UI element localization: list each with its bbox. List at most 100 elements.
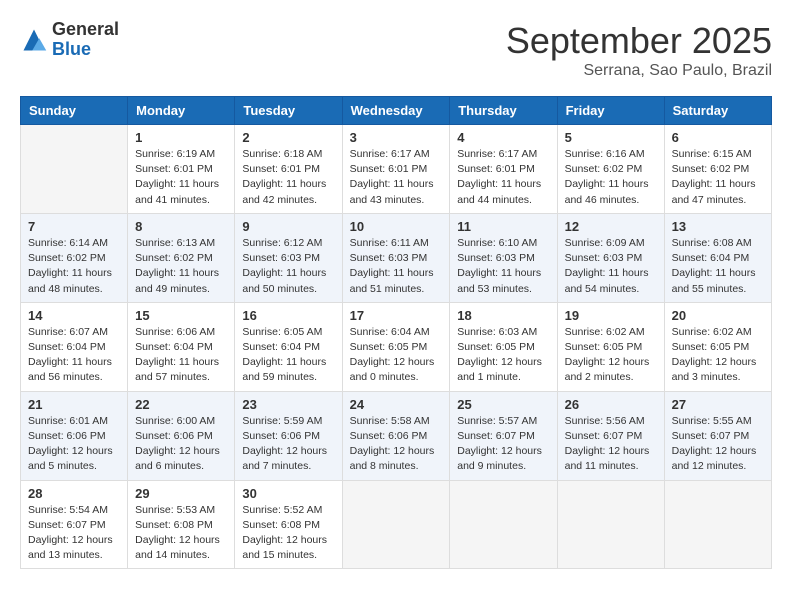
calendar-cell: 8Sunrise: 6:13 AM Sunset: 6:02 PM Daylig… bbox=[128, 213, 235, 302]
day-info: Sunrise: 5:59 AM Sunset: 6:06 PM Dayligh… bbox=[242, 414, 334, 475]
calendar-cell: 11 Sunrise: 6:10 AM Sunset: 6:03 PM Dayli… bbox=[450, 213, 557, 302]
day-info: Sunrise: 6:09 AM Sunset: 6:03 PM Dayligh… bbox=[565, 236, 657, 297]
calendar-cell: 5 Sunrise: 6:16 AM Sunset: 6:02 PM Daylig… bbox=[557, 125, 664, 214]
day-number: 24 bbox=[350, 397, 443, 412]
calendar-cell bbox=[664, 480, 771, 569]
day-info: Sunrise: 6:01 AM Sunset: 6:06 PM Dayligh… bbox=[28, 414, 120, 475]
day-number: 17 bbox=[350, 308, 443, 323]
calendar-cell: 12 Sunrise: 6:09 AM Sunset: 6:03 PM Dayli… bbox=[557, 213, 664, 302]
calendar-cell: 21 Sunrise: 6:01 AM Sunset: 6:06 PM Dayli… bbox=[21, 391, 128, 480]
day-number: 29 bbox=[135, 486, 227, 501]
day-info: Sunrise: 6:15 AM Sunset: 6:02 PM Dayligh… bbox=[672, 147, 764, 208]
calendar-cell: 26Sunrise: 5:56 AM Sunset: 6:07 PM Dayli… bbox=[557, 391, 664, 480]
day-number: 12 bbox=[565, 219, 657, 234]
day-number: 13 bbox=[672, 219, 764, 234]
day-number: 4 bbox=[457, 130, 549, 145]
day-info: Sunrise: 6:03 AM Sunset: 6:05 PM Dayligh… bbox=[457, 325, 549, 386]
calendar-week-row: 1 Sunrise: 6:19 AM Sunset: 6:01 PM Daylig… bbox=[21, 125, 772, 214]
calendar-week-row: 28 Sunrise: 5:54 AM Sunset: 6:07 PM Dayli… bbox=[21, 480, 772, 569]
day-info: Sunrise: 6:14 AM Sunset: 6:02 PM Dayligh… bbox=[28, 236, 120, 297]
day-info: Sunrise: 6:04 AM Sunset: 6:05 PM Dayligh… bbox=[350, 325, 443, 386]
logo-text: General Blue bbox=[52, 20, 119, 60]
weekday-header-tuesday: Tuesday bbox=[235, 97, 342, 125]
day-info: Sunrise: 6:10 AM Sunset: 6:03 PM Dayligh… bbox=[457, 236, 549, 297]
day-number: 16 bbox=[242, 308, 334, 323]
day-number: 7 bbox=[28, 219, 120, 234]
month-title: September 2025 bbox=[506, 20, 772, 62]
day-number: 3 bbox=[350, 130, 443, 145]
day-info: Sunrise: 6:17 AM Sunset: 6:01 PM Dayligh… bbox=[457, 147, 549, 208]
day-number: 23 bbox=[242, 397, 334, 412]
calendar-cell: 16 Sunrise: 6:05 AM Sunset: 6:04 PM Dayli… bbox=[235, 302, 342, 391]
day-info: Sunrise: 5:58 AM Sunset: 6:06 PM Dayligh… bbox=[350, 414, 443, 475]
day-info: Sunrise: 6:19 AM Sunset: 6:01 PM Dayligh… bbox=[135, 147, 227, 208]
calendar-cell: 23 Sunrise: 5:59 AM Sunset: 6:06 PM Dayli… bbox=[235, 391, 342, 480]
calendar-cell: 25 Sunrise: 5:57 AM Sunset: 6:07 PM Dayli… bbox=[450, 391, 557, 480]
day-info: Sunrise: 6:13 AM Sunset: 6:02 PM Dayligh… bbox=[135, 236, 227, 297]
calendar-header-row: SundayMondayTuesdayWednesdayThursdayFrid… bbox=[21, 97, 772, 125]
day-number: 10 bbox=[350, 219, 443, 234]
day-info: Sunrise: 6:16 AM Sunset: 6:02 PM Dayligh… bbox=[565, 147, 657, 208]
day-info: Sunrise: 6:11 AM Sunset: 6:03 PM Dayligh… bbox=[350, 236, 443, 297]
day-info: Sunrise: 6:17 AM Sunset: 6:01 PM Dayligh… bbox=[350, 147, 443, 208]
title-block: September 2025 Serrana, Sao Paulo, Brazi… bbox=[506, 20, 772, 80]
day-info: Sunrise: 5:54 AM Sunset: 6:07 PM Dayligh… bbox=[28, 503, 120, 564]
day-info: Sunrise: 6:06 AM Sunset: 6:04 PM Dayligh… bbox=[135, 325, 227, 386]
calendar-cell: 3 Sunrise: 6:17 AM Sunset: 6:01 PM Daylig… bbox=[342, 125, 450, 214]
calendar-cell: 27 Sunrise: 5:55 AM Sunset: 6:07 PM Dayli… bbox=[664, 391, 771, 480]
day-info: Sunrise: 6:05 AM Sunset: 6:04 PM Dayligh… bbox=[242, 325, 334, 386]
calendar-cell: 17 Sunrise: 6:04 AM Sunset: 6:05 PM Dayli… bbox=[342, 302, 450, 391]
day-number: 19 bbox=[565, 308, 657, 323]
day-info: Sunrise: 6:02 AM Sunset: 6:05 PM Dayligh… bbox=[565, 325, 657, 386]
weekday-header-friday: Friday bbox=[557, 97, 664, 125]
calendar-cell: 6 Sunrise: 6:15 AM Sunset: 6:02 PM Daylig… bbox=[664, 125, 771, 214]
weekday-header-thursday: Thursday bbox=[450, 97, 557, 125]
calendar-cell: 28 Sunrise: 5:54 AM Sunset: 6:07 PM Dayli… bbox=[21, 480, 128, 569]
day-number: 15 bbox=[135, 308, 227, 323]
calendar-cell: 22Sunrise: 6:00 AM Sunset: 6:06 PM Dayli… bbox=[128, 391, 235, 480]
calendar-cell bbox=[557, 480, 664, 569]
day-info: Sunrise: 5:52 AM Sunset: 6:08 PM Dayligh… bbox=[242, 503, 334, 564]
day-info: Sunrise: 5:57 AM Sunset: 6:07 PM Dayligh… bbox=[457, 414, 549, 475]
day-info: Sunrise: 6:08 AM Sunset: 6:04 PM Dayligh… bbox=[672, 236, 764, 297]
weekday-header-sunday: Sunday bbox=[21, 97, 128, 125]
day-number: 25 bbox=[457, 397, 549, 412]
calendar-cell bbox=[21, 125, 128, 214]
day-number: 28 bbox=[28, 486, 120, 501]
location-subtitle: Serrana, Sao Paulo, Brazil bbox=[506, 62, 772, 80]
calendar-week-row: 21 Sunrise: 6:01 AM Sunset: 6:06 PM Dayli… bbox=[21, 391, 772, 480]
day-info: Sunrise: 6:12 AM Sunset: 6:03 PM Dayligh… bbox=[242, 236, 334, 297]
calendar-cell: 7 Sunrise: 6:14 AM Sunset: 6:02 PM Daylig… bbox=[21, 213, 128, 302]
calendar-cell: 30 Sunrise: 5:52 AM Sunset: 6:08 PM Dayli… bbox=[235, 480, 342, 569]
day-number: 27 bbox=[672, 397, 764, 412]
day-info: Sunrise: 5:56 AM Sunset: 6:07 PM Dayligh… bbox=[565, 414, 657, 475]
calendar-cell bbox=[342, 480, 450, 569]
day-number: 30 bbox=[242, 486, 334, 501]
day-number: 5 bbox=[565, 130, 657, 145]
calendar-cell bbox=[450, 480, 557, 569]
logo: General Blue bbox=[20, 20, 119, 60]
calendar-cell: 2Sunrise: 6:18 AM Sunset: 6:01 PM Daylig… bbox=[235, 125, 342, 214]
day-number: 22 bbox=[135, 397, 227, 412]
logo-icon bbox=[20, 26, 48, 54]
day-info: Sunrise: 5:55 AM Sunset: 6:07 PM Dayligh… bbox=[672, 414, 764, 475]
calendar-cell: 10 Sunrise: 6:11 AM Sunset: 6:03 PM Dayli… bbox=[342, 213, 450, 302]
calendar-cell: 24 Sunrise: 5:58 AM Sunset: 6:06 PM Dayli… bbox=[342, 391, 450, 480]
day-info: Sunrise: 6:02 AM Sunset: 6:05 PM Dayligh… bbox=[672, 325, 764, 386]
calendar-cell: 19 Sunrise: 6:02 AM Sunset: 6:05 PM Dayli… bbox=[557, 302, 664, 391]
calendar-cell: 14 Sunrise: 6:07 AM Sunset: 6:04 PM Dayli… bbox=[21, 302, 128, 391]
calendar-cell: 4 Sunrise: 6:17 AM Sunset: 6:01 PM Daylig… bbox=[450, 125, 557, 214]
day-number: 1 bbox=[135, 130, 227, 145]
day-number: 14 bbox=[28, 308, 120, 323]
day-info: Sunrise: 5:53 AM Sunset: 6:08 PM Dayligh… bbox=[135, 503, 227, 564]
day-number: 21 bbox=[28, 397, 120, 412]
day-info: Sunrise: 6:07 AM Sunset: 6:04 PM Dayligh… bbox=[28, 325, 120, 386]
day-number: 11 bbox=[457, 219, 549, 234]
day-number: 6 bbox=[672, 130, 764, 145]
calendar-table: SundayMondayTuesdayWednesdayThursdayFrid… bbox=[20, 96, 772, 569]
calendar-cell: 1 Sunrise: 6:19 AM Sunset: 6:01 PM Daylig… bbox=[128, 125, 235, 214]
calendar-cell: 18 Sunrise: 6:03 AM Sunset: 6:05 PM Dayli… bbox=[450, 302, 557, 391]
page-header: General Blue September 2025 Serrana, Sao… bbox=[20, 20, 772, 80]
calendar-cell: 15 Sunrise: 6:06 AM Sunset: 6:04 PM Dayli… bbox=[128, 302, 235, 391]
day-number: 18 bbox=[457, 308, 549, 323]
